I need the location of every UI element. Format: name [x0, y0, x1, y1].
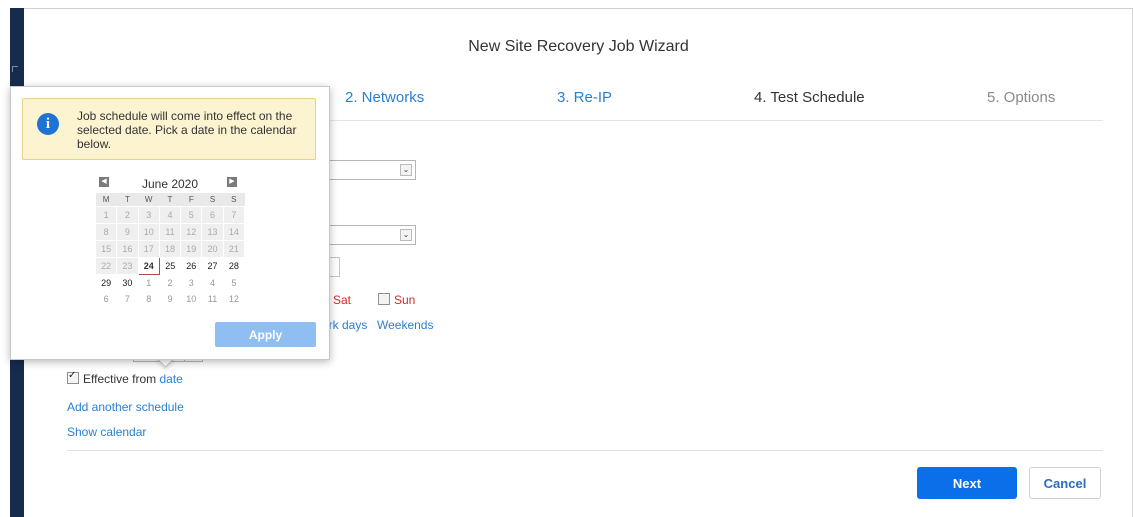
calendar-day: 13 [201, 223, 224, 241]
calendar-day: 4 [158, 206, 182, 224]
calendar-day: 23 [116, 257, 139, 275]
show-calendar-link[interactable]: Show calendar [67, 425, 146, 439]
calendar-day: 19 [180, 240, 203, 258]
calendar-grid: M T W T F S S 1 2 3 4 5 6 7 8 9 10 11 12… [94, 193, 246, 307]
sat-label: Sat [333, 293, 352, 307]
calendar-day[interactable]: 5 [223, 275, 244, 292]
wizard-title: New Site Recovery Job Wizard [468, 38, 689, 55]
info-text: Job schedule will come into effect on th… [77, 109, 297, 151]
calendar-day[interactable]: 12 [223, 291, 244, 307]
sun-label: Sun [394, 293, 416, 307]
calendar-day: 5 [180, 206, 203, 224]
calendar-day: 2 [116, 206, 139, 224]
calendar-day[interactable]: 1 [138, 275, 159, 292]
calendar-day[interactable]: 29 [96, 275, 117, 292]
calendar-day: 7 [222, 206, 246, 224]
effective-from-label: Effective from [83, 372, 157, 386]
calendar-day[interactable]: 25 [159, 258, 180, 275]
calendar-day: 17 [137, 240, 160, 258]
calendar-day: 22 [94, 257, 118, 275]
schedule-period-select[interactable]: ⌄ [315, 225, 416, 245]
calendar-day: 6 [201, 206, 224, 224]
weekday-header: M [95, 193, 117, 207]
calendar-day: 3 [137, 206, 160, 224]
calendar-day: 14 [222, 223, 246, 241]
calendar-day[interactable]: 4 [202, 275, 223, 292]
calendar-day[interactable]: 6 [96, 291, 117, 307]
window-edge [0, 0, 10, 517]
footer-divider [67, 450, 1103, 451]
effective-from-row: Effective from date [67, 370, 183, 386]
sun-checkbox[interactable] [378, 293, 390, 305]
step-test-schedule: 4. Test Schedule [754, 89, 865, 106]
next-month-icon[interactable]: ▶ [227, 177, 237, 187]
step-options: 5. Options [987, 89, 1056, 106]
calendar-day[interactable]: 8 [138, 291, 159, 307]
calendar-day: 20 [201, 240, 224, 258]
corner-mark-icon [12, 66, 18, 72]
calendar-day[interactable]: 26 [181, 258, 202, 275]
day-sun[interactable]: Sun [378, 293, 415, 307]
calendar-day[interactable]: 10 [181, 291, 202, 307]
calendar-day: 11 [158, 223, 182, 241]
wizard-top-border [24, 8, 1133, 9]
calendar-day: 18 [158, 240, 182, 258]
calendar: ◀ June 2020 ▶ M T W T F S S 1 2 3 4 5 6 … [94, 175, 246, 307]
schedule-type-select[interactable]: ⌄ [315, 160, 416, 180]
calendar-day: 16 [116, 240, 139, 258]
calendar-day[interactable]: 2 [159, 275, 180, 292]
weekday-header: W [138, 193, 160, 207]
calendar-day[interactable]: 7 [117, 291, 138, 307]
weekends-link[interactable]: Weekends [377, 318, 433, 332]
calendar-day: 12 [180, 223, 203, 241]
info-message: i Job schedule will come into effect on … [22, 98, 316, 160]
effective-from-checkbox[interactable] [67, 370, 79, 384]
calendar-day: 15 [94, 240, 118, 258]
calendar-day: 9 [116, 223, 139, 241]
calendar-header: ◀ June 2020 ▶ [95, 175, 245, 193]
weekday-header: S [201, 193, 224, 207]
prev-month-icon[interactable]: ◀ [99, 177, 109, 187]
calendar-month: June 2020 [141, 177, 199, 191]
cancel-button[interactable]: Cancel [1029, 467, 1101, 499]
calendar-day[interactable]: 27 [202, 258, 223, 275]
date-picker-popup: i Job schedule will come into effect on … [10, 86, 330, 360]
calendar-day: 10 [137, 223, 160, 241]
calendar-day: 1 [94, 206, 118, 224]
calendar-day-selected[interactable]: 24 [137, 257, 160, 275]
weekday-header: T [159, 193, 181, 207]
weekday-header: S [223, 193, 245, 207]
calendar-day[interactable]: 11 [202, 291, 223, 307]
calendar-day[interactable]: 28 [223, 258, 244, 275]
chevron-down-icon: ⌄ [400, 229, 412, 241]
weekday-header: F [180, 193, 202, 207]
calendar-day[interactable]: 3 [181, 275, 202, 292]
step-networks[interactable]: 2. Networks [345, 89, 424, 106]
next-button[interactable]: Next [917, 467, 1017, 499]
calendar-day: 8 [94, 223, 118, 241]
step-re-ip[interactable]: 3. Re-IP [557, 89, 612, 106]
add-schedule-link[interactable]: Add another schedule [67, 400, 184, 414]
effective-date-link[interactable]: date [159, 372, 182, 386]
weekday-header: T [116, 193, 139, 207]
info-icon: i [37, 113, 59, 135]
apply-button[interactable]: Apply [215, 322, 316, 347]
calendar-day[interactable]: 9 [159, 291, 180, 307]
calendar-day: 21 [222, 240, 246, 258]
chevron-down-icon: ⌄ [400, 164, 412, 176]
calendar-day[interactable]: 30 [117, 275, 138, 292]
